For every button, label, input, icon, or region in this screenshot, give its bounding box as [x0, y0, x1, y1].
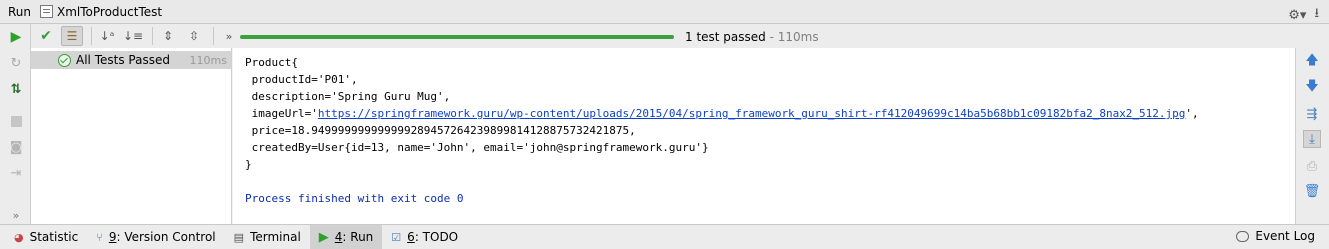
tab-mnemonic: 9 [108, 230, 117, 244]
tree-node-label: All Tests Passed [76, 53, 170, 67]
run-icon: ▶ [318, 229, 329, 245]
tests-duration: - 110ms [765, 30, 819, 44]
dump-threads-icon[interactable]: ◙ [7, 138, 25, 156]
test-runner-toolbar: ✔ ☰ ↓ᵃ ↓≡ ⇕ ⇳ » 1 test passed - 110ms [31, 24, 1329, 48]
rerun-failed-icon[interactable]: ↻ [7, 54, 25, 72]
print-icon[interactable]: ⎙ [1303, 157, 1321, 175]
toggle-auto-test-icon[interactable]: ⇅ [7, 80, 25, 98]
tab-label: Terminal [250, 230, 301, 244]
run-title-label: Run [8, 4, 32, 19]
tab-label: : Version Control [116, 230, 216, 244]
tab-mnemonic: 4 [334, 230, 343, 244]
terminal-icon: ▤ [233, 230, 245, 244]
scroll-to-end-icon[interactable]: ⤓ [1303, 130, 1321, 148]
more-actions-icon[interactable]: » [7, 206, 25, 224]
exit-icon[interactable]: ⇥ [7, 164, 25, 182]
soft-wrap-icon[interactable]: ⇶ [1303, 105, 1321, 123]
run-configuration-icon [40, 5, 54, 18]
tab-label: Statistic [29, 230, 79, 244]
event-log-button[interactable]: Event Log [1236, 229, 1315, 243]
tab-run[interactable]: ▶ 4: Run [309, 225, 383, 249]
sort-by-duration-icon[interactable]: ↓≡ [122, 26, 144, 46]
console-line: description='Spring Guru Mug', [245, 90, 451, 103]
process-exit-line: Process finished with exit code 0 [245, 192, 464, 205]
console-output[interactable]: Product{ productId='P01', description='S… [233, 48, 1295, 224]
console-line-image-url: imageUrl='https://springframework.guru/w… [245, 107, 1199, 120]
event-log-label: Event Log [1255, 229, 1315, 243]
tab-label: : TODO [414, 230, 459, 244]
tab-todo[interactable]: ☑ 6: TODO [382, 225, 467, 249]
tab-mnemonic: 6 [407, 230, 415, 244]
console-line: Product{ [245, 56, 298, 69]
sort-alphabetically-icon[interactable]: ↓ᵃ [96, 26, 118, 46]
gear-icon[interactable]: ⚙▾ [1288, 8, 1306, 23]
tab-statistic[interactable]: ◕ Statistic [0, 225, 87, 249]
test-progress-bar [240, 35, 674, 39]
tab-version-control[interactable]: ⑂ 9: Version Control [87, 225, 224, 249]
console-toolbar: 🡅 🡇 ⇶ ⤓ ⎙ 🗑 [1295, 48, 1329, 224]
test-results-tree: All Tests Passed 110ms [31, 48, 232, 224]
run-tool-window-title-bar: Run XmlToProductTest ⚙▾ ⭳ [0, 0, 1329, 24]
console-line: price=18.9499999999999992894572642398998… [245, 124, 636, 137]
expand-all-icon[interactable]: ⇕ [157, 26, 179, 46]
statistic-icon: ◕ [14, 230, 24, 244]
toolbar-separator [213, 27, 214, 45]
console-line-prefix: imageUrl=' [245, 107, 318, 120]
tab-label: : Run [342, 230, 374, 244]
console-line-suffix: ', [1185, 107, 1199, 120]
console-line: productId='P01', [245, 73, 358, 86]
arrow-down-icon[interactable]: 🡇 [1303, 79, 1321, 97]
stop-icon[interactable] [7, 112, 25, 130]
toolbar-separator [152, 27, 153, 45]
image-url-link[interactable]: https://springframework.guru/wp-content/… [318, 107, 1186, 120]
tree-node-all-tests[interactable]: All Tests Passed 110ms [31, 51, 231, 69]
hide-panel-icon[interactable]: ⭳ [1314, 4, 1319, 26]
collapse-all-icon[interactable]: ⇳ [183, 26, 205, 46]
tool-window-bar: ◕ Statistic ⑂ 9: Version Control ▤ Terminal… [0, 224, 1329, 249]
run-configuration-name[interactable]: XmlToProductTest [57, 5, 162, 19]
console-line: createdBy=User{id=13, name='John', email… [245, 141, 709, 154]
title-bar-tools: ⚙▾ ⭳ [1288, 4, 1319, 26]
console-line: } [245, 158, 252, 171]
todo-icon: ☑ [391, 230, 402, 244]
arrow-up-icon[interactable]: 🡅 [1303, 53, 1321, 71]
test-passed-icon [58, 53, 71, 67]
test-status-text: 1 test passed - 110ms [685, 30, 819, 44]
speech-bubble-icon [1236, 230, 1250, 242]
tests-passed-count: 1 test passed [685, 30, 766, 44]
more-tools-icon[interactable]: » [218, 26, 240, 46]
tree-node-time: 110ms [189, 53, 227, 67]
run-actions-toolbar: ▶ ↻ ⇅ ◙ ⇥ » [0, 24, 31, 224]
show-ignored-icon[interactable]: ☰ [61, 26, 83, 46]
trash-icon[interactable]: 🗑 [1303, 182, 1321, 200]
show-passed-icon[interactable]: ✔ [35, 26, 57, 46]
version-control-icon: ⑂ [96, 230, 103, 244]
rerun-icon[interactable]: ▶ [7, 28, 25, 46]
toolbar-separator [91, 27, 92, 45]
tab-terminal[interactable]: ▤ Terminal [225, 225, 310, 249]
